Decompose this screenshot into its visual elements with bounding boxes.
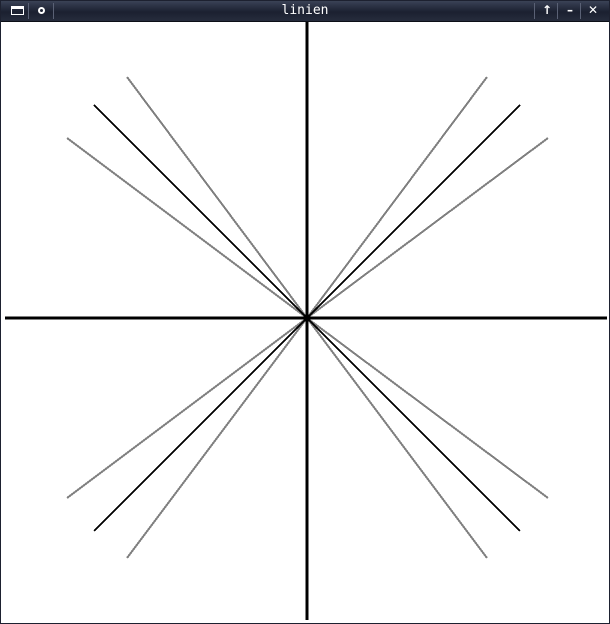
window-title: linien bbox=[281, 3, 329, 18]
steep-line bbox=[126, 76, 308, 319]
steep-line bbox=[126, 317, 308, 559]
title-bar[interactable]: linien ↑ – ✕ bbox=[1, 1, 609, 22]
shallow-line bbox=[66, 137, 308, 319]
close-icon: ✕ bbox=[587, 3, 599, 17]
close-button[interactable]: ✕ bbox=[584, 3, 602, 18]
diagonal-line bbox=[93, 317, 308, 532]
diagonal-line bbox=[306, 104, 521, 319]
titlebar-separator bbox=[557, 3, 558, 19]
titlebar-separator bbox=[580, 3, 581, 19]
drawing-canvas bbox=[5, 22, 607, 620]
titlebar-separator bbox=[534, 3, 535, 19]
maximize-button[interactable]: ↑ bbox=[538, 3, 556, 18]
arrow-up-icon: ↑ bbox=[541, 3, 553, 17]
shallow-line bbox=[66, 317, 308, 499]
lines-drawing bbox=[5, 22, 607, 620]
shallow-line bbox=[306, 317, 549, 499]
shallow-line bbox=[306, 137, 549, 319]
steep-line bbox=[306, 317, 488, 559]
minimize-icon: – bbox=[567, 3, 573, 17]
minimize-button[interactable]: – bbox=[561, 3, 579, 18]
steep-line bbox=[306, 76, 488, 319]
diagonal-line bbox=[306, 317, 521, 532]
diagonal-line bbox=[93, 104, 308, 319]
app-window: linien ↑ – ✕ bbox=[0, 0, 610, 624]
